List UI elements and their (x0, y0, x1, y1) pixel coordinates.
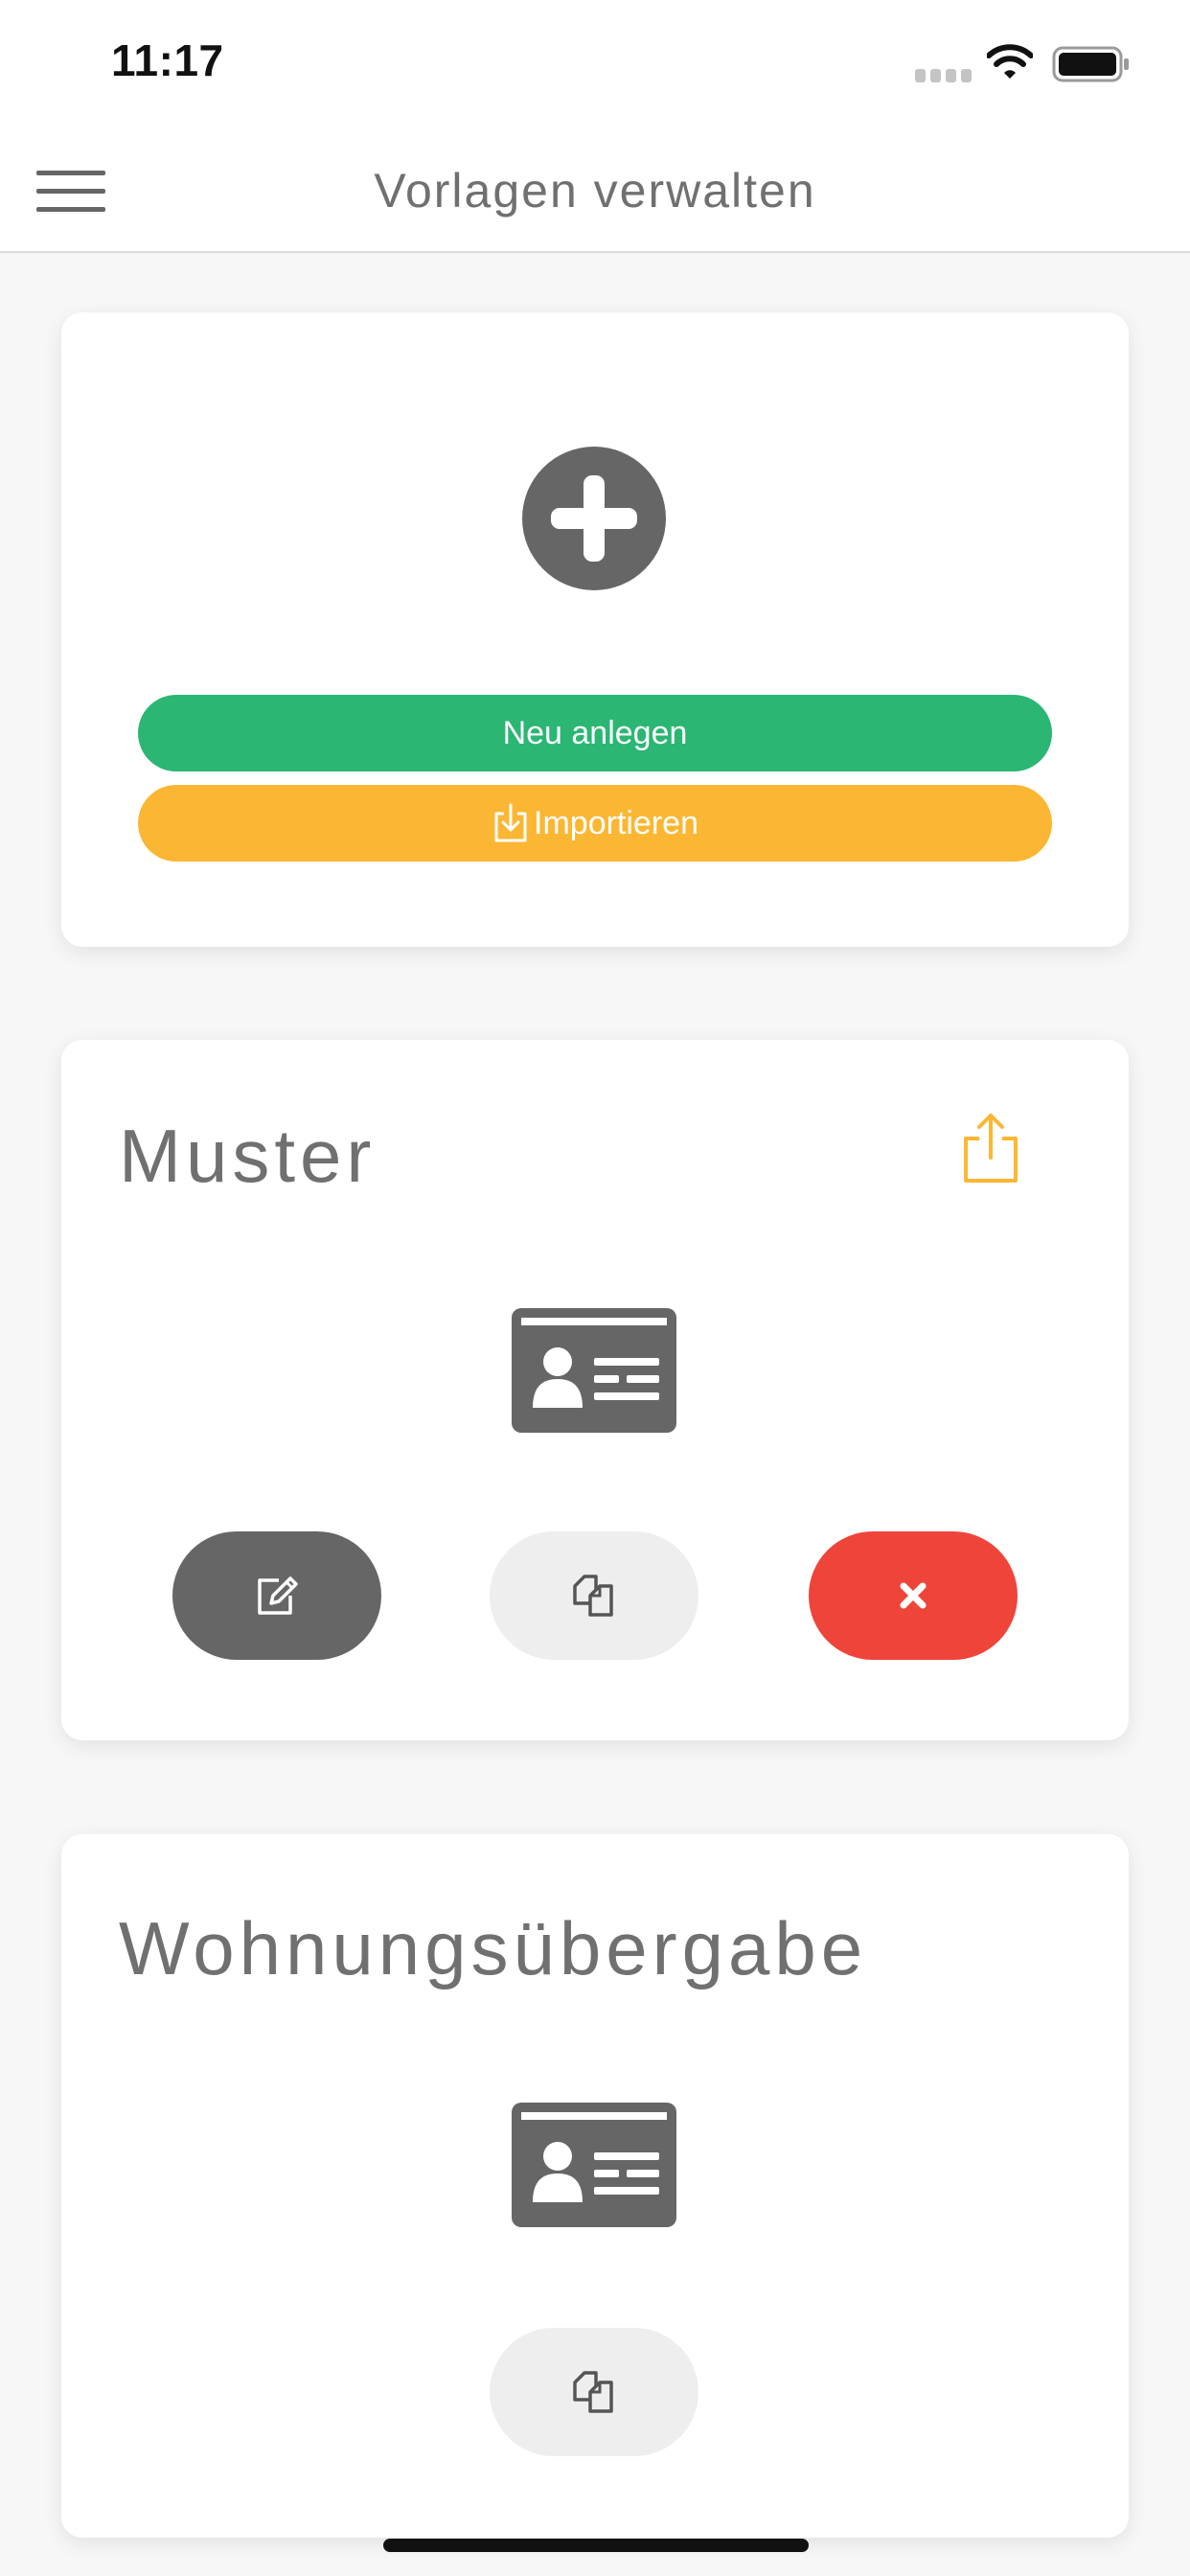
create-new-label: Neu anlegen (502, 714, 688, 751)
new-template-card: Neu anlegen Importieren (61, 312, 1129, 947)
delete-icon (900, 1582, 927, 1609)
template-card-wohnungsuebergabe: Wohnungsübergabe (61, 1834, 1129, 2538)
delete-button[interactable] (809, 1531, 1018, 1660)
duplicate-button[interactable] (490, 1531, 698, 1660)
home-indicator (383, 2539, 809, 2552)
status-bar: 11:17 (0, 0, 1190, 125)
template-title: Wohnungsübergabe (119, 1906, 868, 1990)
share-icon[interactable] (960, 1112, 1021, 1184)
edit-button[interactable] (172, 1531, 381, 1660)
page-title: Vorlagen verwalten (374, 164, 816, 218)
template-title: Muster (119, 1114, 377, 1198)
edit-icon (258, 1576, 298, 1615)
copy-icon (573, 1575, 613, 1617)
create-new-button[interactable]: Neu anlegen (138, 695, 1052, 771)
import-button[interactable]: Importieren (138, 785, 1052, 862)
plus-circle-icon (522, 447, 666, 590)
nav-bar: Vorlagen verwalten (0, 125, 1190, 253)
duplicate-button[interactable] (490, 2328, 698, 2456)
battery-icon (1052, 46, 1129, 82)
id-card-icon (512, 2103, 676, 2227)
wifi-icon (987, 44, 1033, 79)
template-card-muster: Muster (61, 1040, 1129, 1740)
id-card-icon (512, 1308, 676, 1433)
status-time: 11:17 (111, 35, 224, 85)
cellular-signal-icon (915, 69, 972, 82)
import-download-icon (494, 803, 527, 842)
copy-icon (573, 2371, 613, 2413)
import-label: Importieren (534, 804, 698, 841)
